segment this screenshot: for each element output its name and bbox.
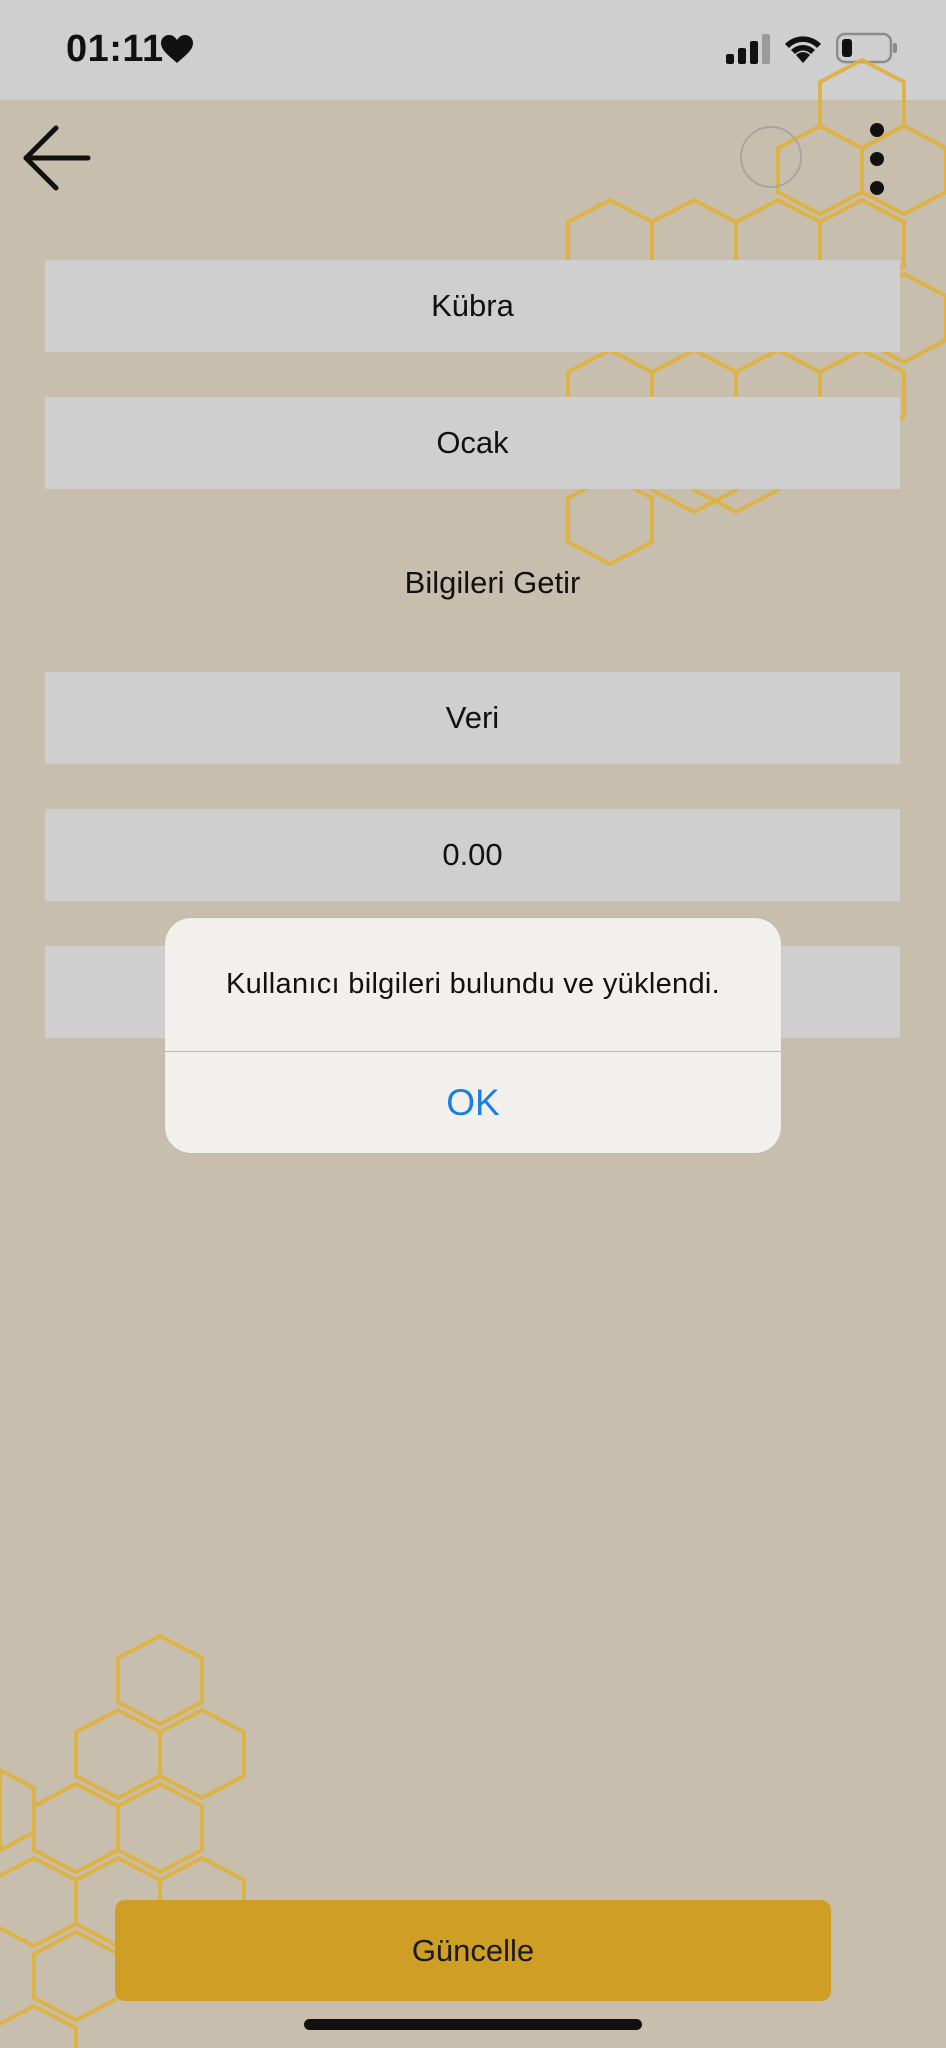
- heart-icon: [161, 35, 193, 63]
- fetch-info-button[interactable]: Bilgileri Getir: [65, 557, 920, 609]
- wifi-icon: [785, 36, 821, 63]
- cellular-signal-icon: [726, 34, 770, 64]
- back-button[interactable]: [18, 118, 98, 198]
- more-options-button[interactable]: [860, 120, 894, 198]
- vertical-dots-icon: [870, 123, 884, 195]
- battery-low-icon: [836, 32, 897, 64]
- arrow-left-icon: [23, 125, 91, 191]
- status-time: 01:11: [66, 28, 164, 70]
- alert-message: Kullanıcı bilgileri bulundu ve yüklendi.: [225, 968, 720, 1000]
- month-field[interactable]: Ocak: [45, 397, 900, 489]
- home-indicator: [304, 2019, 642, 2030]
- data-field[interactable]: Veri: [45, 672, 900, 764]
- circle-button[interactable]: [740, 126, 802, 188]
- amount-field[interactable]: 0.00: [45, 809, 900, 901]
- update-button[interactable]: Güncelle: [115, 1900, 831, 2001]
- status-bar: 01:11: [0, 0, 946, 100]
- alert-dialog: Kullanıcı bilgileri bulundu ve yüklendi.…: [165, 918, 781, 1153]
- name-field[interactable]: Kübra: [45, 260, 900, 352]
- alert-ok-button[interactable]: OK: [165, 1052, 781, 1153]
